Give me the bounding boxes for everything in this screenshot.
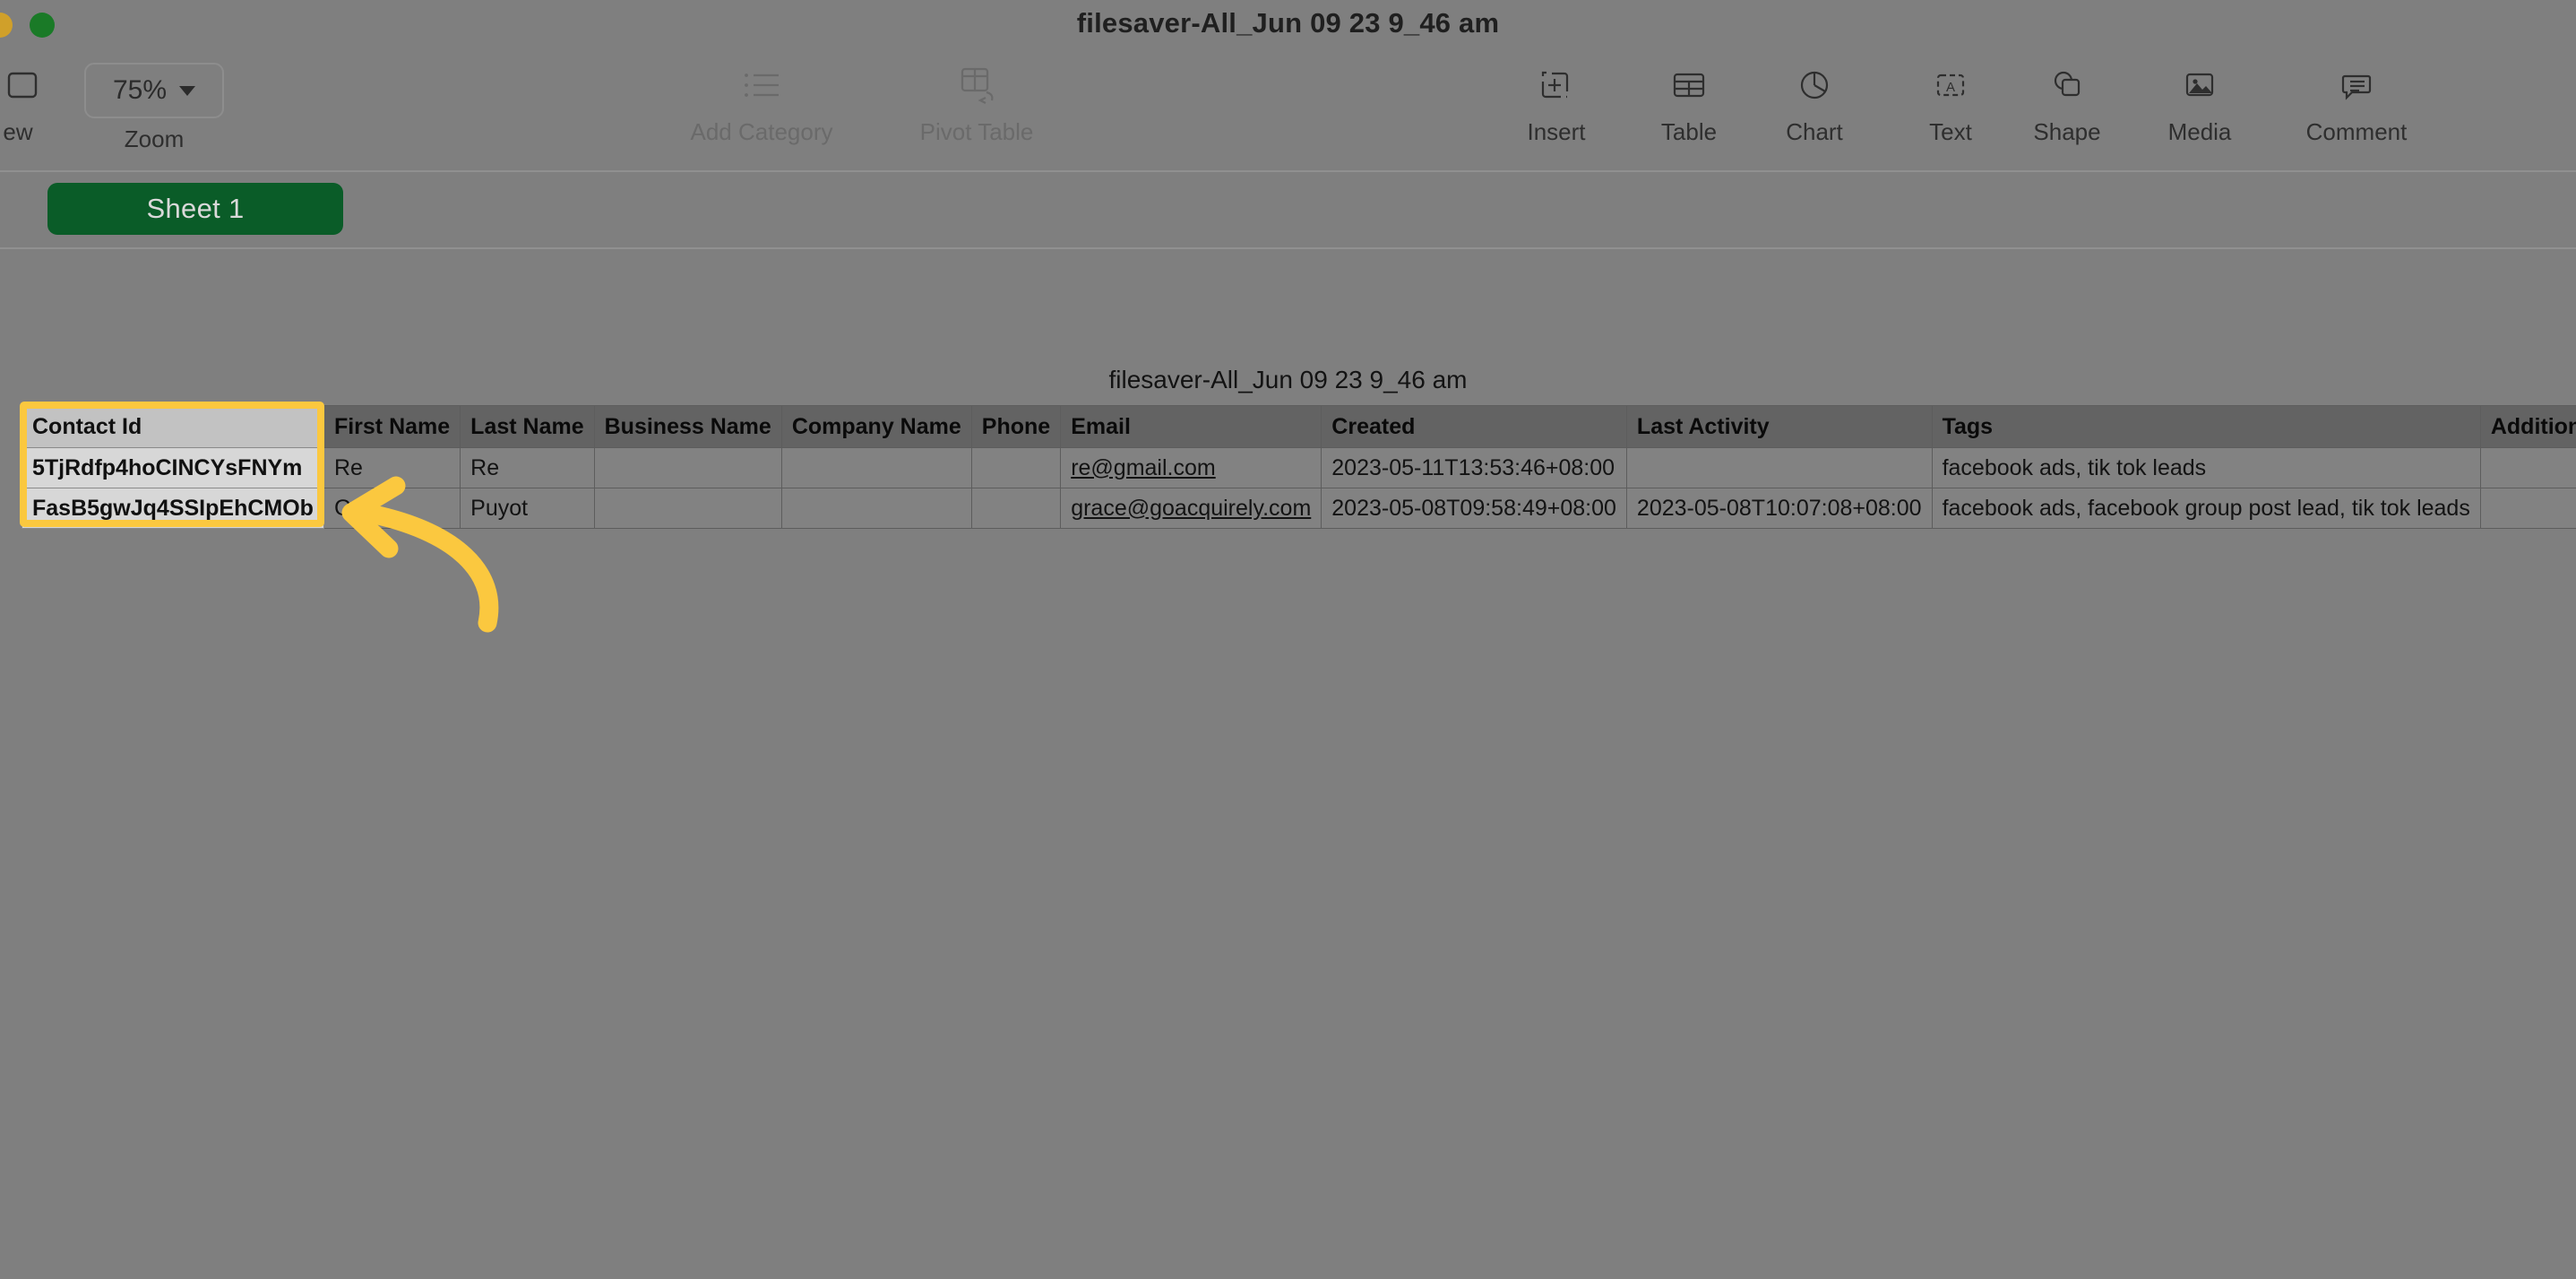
sheet-tab-bar: Sheet 1: [0, 172, 2576, 249]
column-header-business-name[interactable]: Business Name: [593, 405, 782, 448]
zoom-label: Zoom: [124, 125, 185, 152]
media-button[interactable]: Media: [2124, 57, 2276, 145]
pivot-table-icon: [900, 57, 1053, 113]
column-header-email[interactable]: Email: [1060, 405, 1322, 448]
email-link[interactable]: grace@goacquirely.com: [1071, 496, 1311, 521]
comment-button[interactable]: Comment: [2280, 57, 2433, 145]
cell-created[interactable]: 2023-05-11T13:53:46+08:00: [1321, 447, 1627, 488]
contacts-table[interactable]: Contact Id First Name Last Name Business…: [22, 405, 2576, 529]
cell-last-name[interactable]: Re: [460, 447, 595, 488]
cell-phone[interactable]: [970, 488, 1062, 529]
add-category-button[interactable]: Add Category: [685, 57, 838, 145]
sheet-tab-sheet-1[interactable]: Sheet 1: [47, 183, 343, 235]
cell-business-name[interactable]: [593, 447, 782, 488]
media-label: Media: [2167, 118, 2232, 145]
shape-button[interactable]: Shape: [1991, 57, 2143, 145]
spreadsheet-canvas[interactable]: [0, 249, 2576, 1279]
main-toolbar: ew 75% Zoom Add Category Pivot Table Ins…: [0, 50, 2576, 172]
zoom-control-group: 75% Zoom: [73, 57, 235, 153]
media-image-icon: [2124, 57, 2276, 113]
cell-company-name[interactable]: [780, 447, 972, 488]
zoom-select[interactable]: 75%: [84, 63, 224, 118]
column-header-tags[interactable]: Tags: [1931, 405, 2481, 448]
column-header-last-activity[interactable]: Last Activity: [1625, 405, 1933, 448]
shape-label: Shape: [2033, 118, 2101, 145]
cell-email[interactable]: re@gmail.com: [1060, 447, 1322, 488]
cell-contact-id[interactable]: FasB5gwJq4SSIpEhCMOb: [22, 488, 324, 529]
comment-bubble-icon: [2280, 57, 2433, 113]
view-button[interactable]: ew: [0, 57, 63, 145]
view-button-label: ew: [3, 118, 33, 145]
window-title: filesaver-All_Jun 09 23 9_46 am: [1076, 7, 1500, 39]
email-link[interactable]: re@gmail.com: [1071, 455, 1216, 480]
insert-label: Insert: [1527, 118, 1586, 145]
view-panel-icon: [0, 57, 63, 113]
cell-contact-id[interactable]: 5TjRdfp4hoCINCYsFNYm: [22, 447, 324, 488]
chart-button[interactable]: Chart: [1738, 57, 1891, 145]
cell-phone[interactable]: [970, 447, 1062, 488]
cell-tags[interactable]: facebook ads, tik tok leads: [1931, 447, 2481, 488]
chevron-down-icon: [179, 85, 196, 96]
pivot-table-button[interactable]: Pivot Table: [900, 57, 1053, 145]
cell-last-activity[interactable]: 2023-05-08T10:07:08+08:00: [1625, 488, 1933, 529]
cell-business-name[interactable]: [593, 488, 782, 529]
pie-chart-icon: [1738, 57, 1891, 113]
cell-last-activity[interactable]: [1625, 447, 1933, 488]
table-row[interactable]: 5TjRdfp4hoCINCYsFNYm Re Re re@gmail.com …: [22, 447, 2576, 488]
column-header-additional-emails[interactable]: Additional Emails: [2479, 405, 2576, 448]
cell-last-name[interactable]: Puyot: [460, 488, 595, 529]
column-header-company-name[interactable]: Company Name: [780, 405, 972, 448]
table-row[interactable]: FasB5gwJq4SSIpEhCMOb Gr Puyot grace@goac…: [22, 488, 2576, 529]
column-header-phone[interactable]: Phone: [970, 405, 1062, 448]
comment-label: Comment: [2305, 118, 2408, 145]
window-title-bar: filesaver-All_Jun 09 23 9_46 am: [0, 0, 2576, 50]
bulleted-list-icon: [685, 57, 838, 113]
cell-company-name[interactable]: [780, 488, 972, 529]
column-header-created[interactable]: Created: [1321, 405, 1627, 448]
cell-created[interactable]: 2023-05-08T09:58:49+08:00: [1321, 488, 1627, 529]
sheet-tab-label: Sheet 1: [146, 193, 245, 224]
insert-button[interactable]: Insert: [1480, 57, 1633, 145]
cell-first-name[interactable]: Gr: [323, 488, 461, 529]
cell-email[interactable]: grace@goacquirely.com: [1060, 488, 1322, 529]
zoom-value: 75%: [112, 75, 168, 105]
add-category-label: Add Category: [690, 118, 833, 145]
table-header-row: Contact Id First Name Last Name Business…: [22, 405, 2576, 448]
table-caption: filesaver-All_Jun 09 23 9_46 am: [1108, 366, 1468, 393]
chart-label: Chart: [1786, 118, 1843, 145]
shape-icon: [1991, 57, 2143, 113]
column-header-contact-id[interactable]: Contact Id: [22, 405, 324, 448]
column-header-last-name[interactable]: Last Name: [460, 405, 595, 448]
pivot-table-label: Pivot Table: [919, 118, 1034, 145]
svg-text:A: A: [1946, 80, 1955, 95]
cell-first-name[interactable]: Re: [323, 447, 461, 488]
cell-additional-emails[interactable]: [2479, 447, 2576, 488]
column-header-first-name[interactable]: First Name: [323, 405, 461, 448]
insert-cell-icon: [1480, 57, 1633, 113]
cell-tags[interactable]: facebook ads, facebook group post lead, …: [1931, 488, 2481, 529]
cell-additional-emails[interactable]: [2479, 488, 2576, 529]
